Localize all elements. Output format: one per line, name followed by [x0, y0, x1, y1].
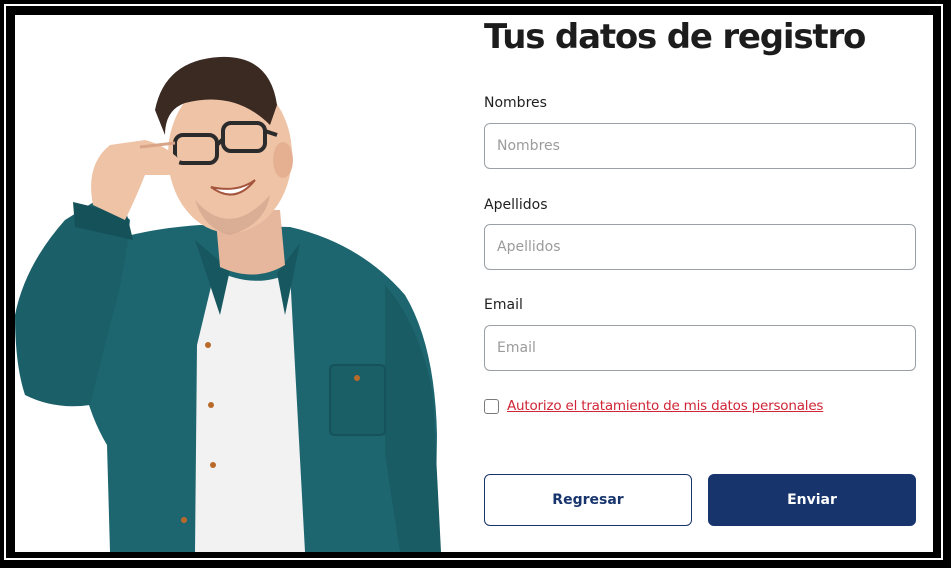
consent-checkbox[interactable]: [484, 398, 499, 414]
first-name-label: Nombres: [484, 95, 547, 111]
email-label: Email: [484, 297, 523, 313]
form-title: Tus datos de registro: [484, 17, 866, 57]
last-name-label: Apellidos: [484, 197, 548, 213]
submit-button[interactable]: Enviar: [708, 474, 916, 526]
person-photo: [15, 56, 441, 552]
back-button-label: Regresar: [552, 492, 624, 508]
back-button[interactable]: Regresar: [484, 474, 692, 526]
first-name-input[interactable]: [484, 123, 916, 169]
last-name-input[interactable]: [484, 224, 916, 270]
registration-form: Tus datos de registro Nombres Apellidos …: [484, 15, 916, 552]
submit-button-label: Enviar: [787, 492, 837, 508]
consent-row: Autorizo el tratamiento de mis datos per…: [484, 397, 823, 415]
email-input[interactable]: [484, 325, 916, 371]
registration-page: Tus datos de registro Nombres Apellidos …: [15, 15, 933, 552]
consent-link[interactable]: Autorizo el tratamiento de mis datos per…: [507, 398, 823, 414]
